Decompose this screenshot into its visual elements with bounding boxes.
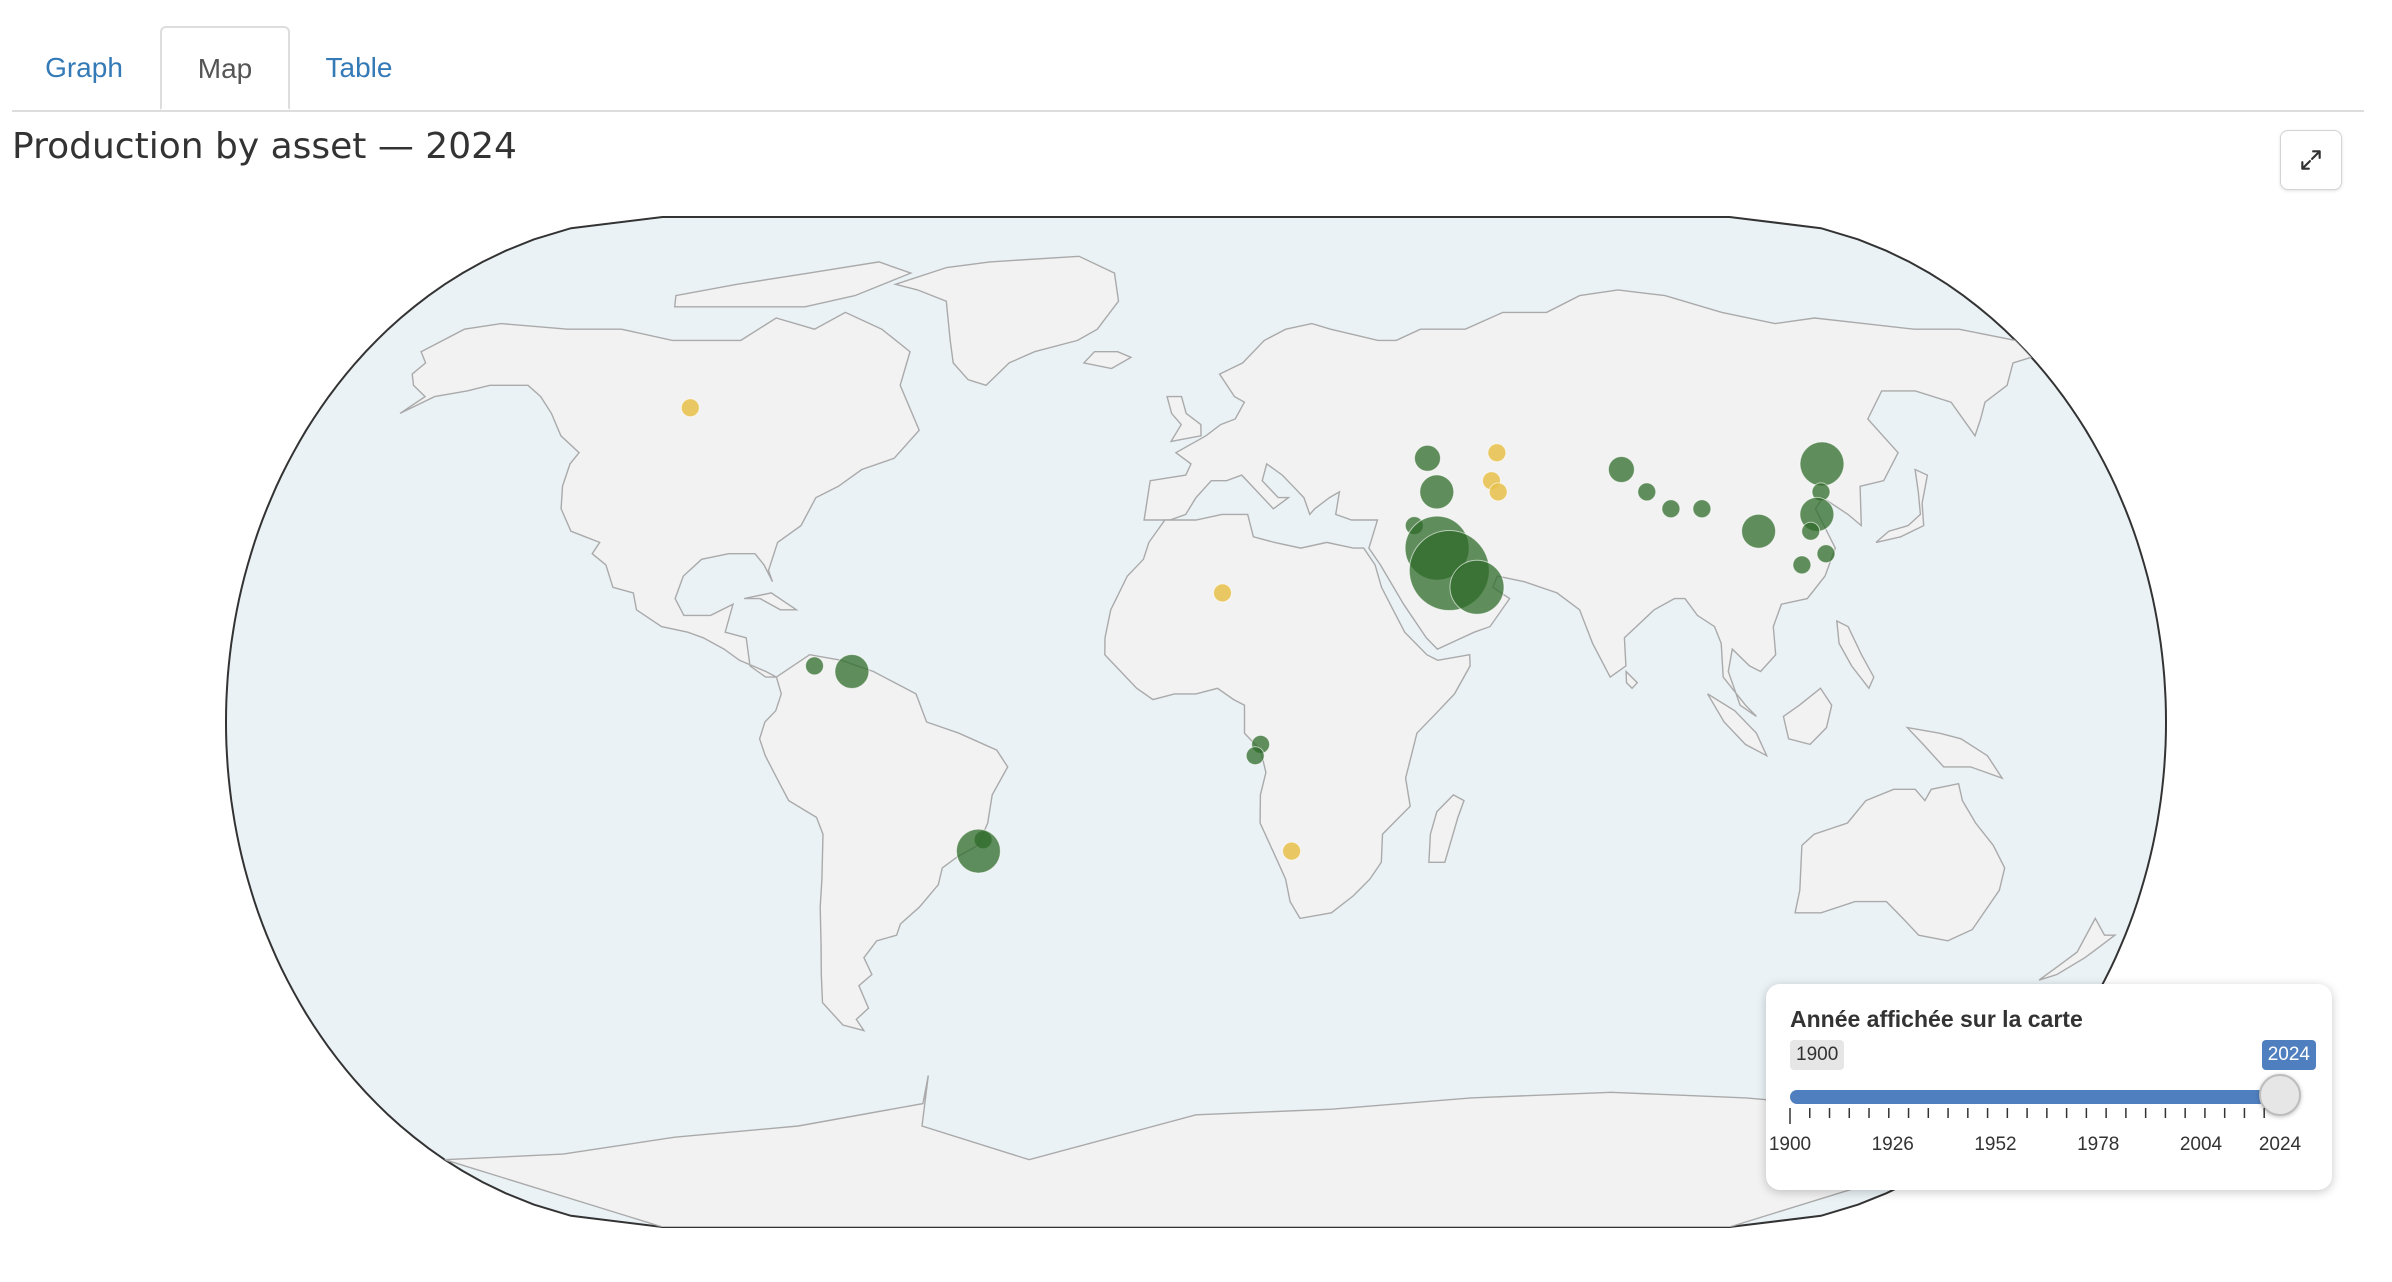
asset-marker-china[interactable]	[1799, 441, 1845, 487]
slider-tick-label: 1978	[2077, 1134, 2120, 1155]
year-slider-panel: Année affichée sur la carte 1900 2024 19…	[1766, 984, 2332, 1190]
asset-marker-angola[interactable]	[1245, 746, 1265, 766]
asset-marker-china[interactable]	[1792, 555, 1812, 575]
tab-map[interactable]: Map	[160, 26, 290, 110]
asset-marker-namibia[interactable]	[1282, 841, 1302, 861]
slider-tick-label: 2004	[2179, 1134, 2223, 1155]
expand-arrows-icon	[2301, 150, 2321, 170]
slider-title: Année affichée sur la carte	[1790, 1006, 2083, 1032]
asset-marker-venezuela[interactable]	[805, 656, 824, 676]
asset-marker-uzbekistan[interactable]	[1488, 482, 1508, 502]
page-title: Production by asset — 2024	[12, 126, 517, 167]
asset-marker-kazakhstan[interactable]	[1487, 443, 1507, 463]
slider-tick-label: 1926	[1871, 1134, 1914, 1155]
asset-marker-venezuela[interactable]	[834, 654, 870, 689]
asset-marker-algeria[interactable]	[1213, 583, 1232, 603]
asset-marker-china[interactable]	[1741, 513, 1777, 549]
slider-track[interactable]	[1790, 1090, 2280, 1104]
slider-tick-label: 1952	[1974, 1134, 2017, 1155]
asset-marker-china[interactable]	[1637, 482, 1657, 502]
asset-marker-russia[interactable]	[1414, 444, 1441, 472]
asset-marker-china[interactable]	[1661, 499, 1681, 519]
asset-marker-uae[interactable]	[1449, 559, 1505, 615]
asset-marker-china[interactable]	[1692, 499, 1712, 519]
slider-ticks	[1789, 1108, 2265, 1124]
slider-tick-label: 2024	[2258, 1134, 2302, 1155]
tab-graph[interactable]: Graph	[12, 26, 156, 110]
asset-marker-brazil[interactable]	[955, 828, 1001, 874]
fullscreen-button[interactable]	[2280, 130, 2342, 190]
asset-marker-canada[interactable]	[680, 398, 700, 418]
asset-marker-china[interactable]	[1816, 544, 1836, 564]
slider-value-label: 2024	[2261, 1040, 2316, 1070]
tab-bar: Graph Map Table	[12, 26, 2364, 112]
tab-table[interactable]: Table	[294, 26, 424, 110]
asset-marker-azerbaijan[interactable]	[1419, 474, 1455, 510]
slider-min-label: 1900	[1790, 1040, 1845, 1070]
slider-tick-label: 1900	[1768, 1134, 1812, 1155]
asset-marker-china[interactable]	[1607, 456, 1635, 483]
asset-marker-china[interactable]	[1801, 521, 1821, 541]
